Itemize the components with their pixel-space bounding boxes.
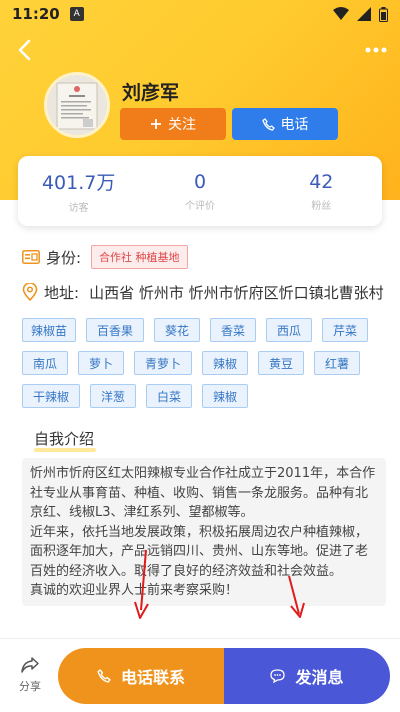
plus-icon [151,119,161,129]
location-pin-icon [22,283,38,301]
tag-item[interactable]: 西瓜 [266,318,312,342]
send-message-button[interactable]: 发消息 [224,648,390,704]
stat-value: 0 [193,170,207,193]
stat-value: 401.7万 [41,172,116,194]
annotation-arrow [134,549,149,619]
identity-row: 身份: 合作社 种植基地 [22,245,188,269]
tag-item[interactable]: 百香果 [86,318,144,342]
tag-item[interactable]: 葵花 [154,318,200,342]
intro-title: 自我介绍 [34,430,95,448]
tag-item[interactable]: 干辣椒 [22,384,80,408]
battery-icon [379,6,388,22]
stat-value: 42 [309,170,334,193]
address-value: 山西省 忻州市 忻州市忻府区忻口镇北曹张村 [89,283,384,302]
more-button[interactable] [362,36,390,64]
more-dots-icon [365,47,387,53]
tag-item[interactable]: 辣椒 [202,384,248,408]
bottom-action-bar: 电话联系 发消息 [58,648,390,704]
stat-reviews[interactable]: 0 个评价 [139,156,260,226]
avatar[interactable] [44,72,110,138]
follow-label: 关注 [168,117,196,133]
tag-item[interactable]: 洋葱 [90,384,136,408]
share-icon [21,657,39,673]
profile-name: 刘彦军 [122,82,180,104]
intro-text: 忻州市忻府区红太阳辣椒专业合作社成立于2011年，本合作社专业从事育苗、种植、收… [22,458,386,606]
send-message-label: 发消息 [295,668,344,687]
identity-badge: 合作社 种植基地 [91,245,188,269]
tag-item[interactable]: 黄豆 [258,351,304,375]
business-license-image [47,75,107,135]
stat-label: 个评价 [184,200,215,212]
stat-label: 粉丝 [311,200,332,212]
stats-card: 401.7万 访客 0 个评价 42 粉丝 [18,156,382,226]
identity-label: 身份: [46,248,82,267]
phone-icon [97,669,111,683]
stat-label: 访客 [68,203,89,214]
address-row: 地址: 山西省 忻州市 忻州市忻府区忻口镇北曹张村 [22,280,400,304]
wifi-icon [333,7,349,20]
stat-visitors[interactable]: 401.7万 访客 [18,156,139,226]
tag-item[interactable]: 萝卜 [78,351,124,375]
status-time: 11:20 [12,5,60,23]
chat-bubble-icon [270,669,286,683]
follow-button[interactable]: 关注 [120,108,226,140]
stat-fans[interactable]: 42 粉丝 [261,156,382,226]
notification-icon: A [69,7,84,21]
share-button[interactable]: 分享 [10,656,50,694]
tag-item[interactable]: 白菜 [146,384,192,408]
signal-icon [357,7,371,21]
share-label: 分享 [19,680,41,693]
status-bar: 11:20 A [0,0,400,28]
id-card-icon [22,250,40,264]
back-button[interactable] [10,36,38,64]
address-label: 地址: [44,283,80,302]
call-button[interactable]: 电话 [232,108,338,140]
phone-icon [261,117,275,131]
tag-item[interactable]: 红薯 [314,351,360,375]
tag-item[interactable]: 香菜 [210,318,256,342]
tag-item[interactable]: 南瓜 [22,351,68,375]
phone-contact-label: 电话联系 [120,668,185,687]
phone-contact-button[interactable]: 电话联系 [58,648,224,704]
chevron-left-icon [18,39,31,61]
tag-item[interactable]: 辣椒苗 [22,318,76,342]
call-label: 电话 [280,117,309,133]
annotation-arrow [288,575,305,618]
status-icons [333,6,388,22]
tag-item[interactable]: 青萝卜 [134,351,192,375]
tag-item[interactable]: 辣椒 [202,351,248,375]
bottom-divider [0,638,400,639]
tag-item[interactable]: 芹菜 [322,318,368,342]
